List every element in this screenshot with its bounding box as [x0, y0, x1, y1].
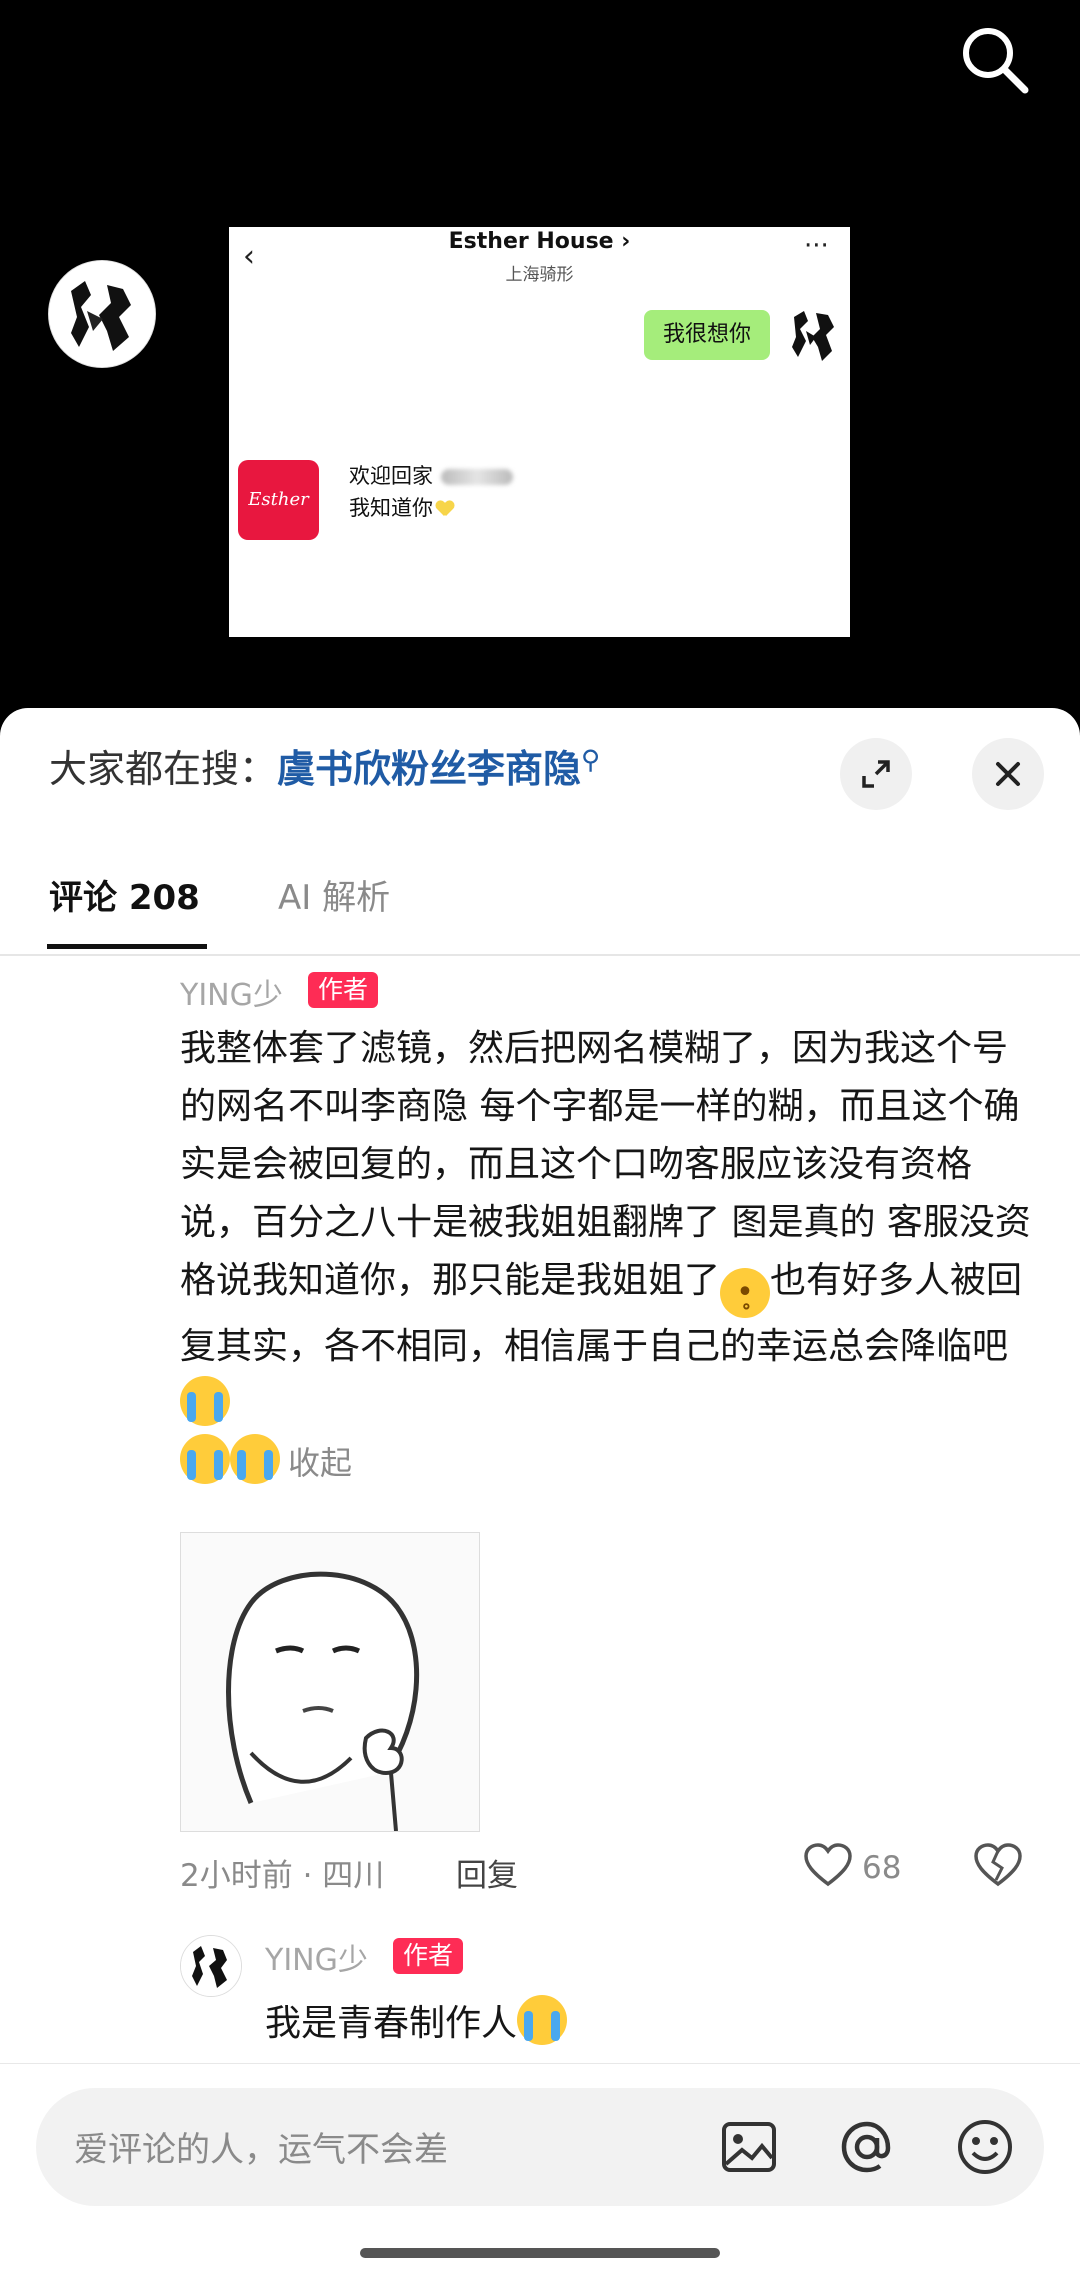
reply-button[interactable]: 回复: [456, 1850, 518, 1895]
hot-search[interactable]: 大家都在搜：虞书欣粉丝李商隐⚲: [49, 738, 600, 793]
collapse-link[interactable]: 收起: [288, 1444, 352, 1482]
chat-subtitle: 上海骑形: [505, 265, 574, 285]
tab-comments[interactable]: 评论 208: [49, 870, 200, 919]
heart-icon: [436, 501, 454, 517]
reply-username[interactable]: YING少: [265, 1935, 368, 1979]
image-icon[interactable]: [716, 2114, 782, 2180]
comment-text: 我整体套了滤镜，然后把网名模糊了，因为我这个号的网名不叫李商隐 每个字都是一样的…: [180, 1028, 1031, 1484]
search-icon[interactable]: [955, 20, 1035, 100]
search-icon: ⚲: [581, 745, 601, 776]
tab-ai-analysis[interactable]: AI 解析: [278, 870, 390, 919]
video-area[interactable]: ‹ Esther House › 上海骑形 ··· 我很想你 Esther Yu…: [0, 0, 1080, 710]
at-icon[interactable]: [834, 2114, 900, 2180]
more-icon: ···: [804, 231, 829, 261]
blurred-name: [441, 469, 513, 485]
like-count: 68: [862, 1850, 902, 1886]
chat-bubble: 我很想你: [644, 310, 770, 360]
reply-text: 我是青春制作人: [265, 1995, 568, 2050]
tab-indicator: [47, 944, 207, 949]
message-line1: 欢迎回家: [349, 460, 513, 490]
divider: [0, 954, 1080, 956]
comment-input[interactable]: 爱评论的人，运气不会差: [36, 2088, 1044, 2206]
brand-logo: Esther Yu: [238, 460, 319, 590]
chat-screenshot: ‹ Esther House › 上海骑形 ··· 我很想你 Esther Yu…: [229, 227, 850, 637]
crying-emoji-icon: [230, 1434, 280, 1484]
expand-button[interactable]: [840, 738, 912, 810]
avatar[interactable]: [48, 260, 156, 368]
hot-search-keyword[interactable]: 虞书欣粉丝李商隐: [277, 747, 581, 791]
heart-icon[interactable]: [802, 1840, 854, 1892]
author-tag: 作者: [393, 1938, 464, 1974]
pleading-emoji-icon: •̥: [720, 1268, 771, 1318]
meme-sticker-image[interactable]: [180, 1532, 480, 1832]
broken-heart-icon[interactable]: [972, 1840, 1024, 1892]
divider: [0, 2063, 1080, 2064]
crying-emoji-icon: [180, 1376, 230, 1426]
hot-search-prefix: 大家都在搜：: [49, 747, 278, 791]
crying-emoji-icon: [180, 1434, 230, 1484]
avatar: [786, 307, 842, 365]
emoji-icon[interactable]: [952, 2114, 1018, 2180]
comment-time-location: 2小时前 · 四川: [180, 1858, 385, 1894]
expand-icon: [862, 760, 890, 788]
home-indicator[interactable]: [360, 2248, 720, 2258]
close-icon: [996, 762, 1020, 786]
author-tag: 作者: [308, 972, 379, 1008]
chat-title: Esther House ›: [448, 229, 631, 254]
close-button[interactable]: [972, 738, 1044, 810]
comment-username[interactable]: YING少: [180, 970, 283, 1014]
message-line2: 我知道你: [349, 492, 454, 522]
avatar[interactable]: [180, 1935, 242, 1997]
crying-emoji-icon: [517, 1995, 568, 2045]
comment-input-placeholder: 爱评论的人，运气不会差: [74, 2130, 448, 2170]
